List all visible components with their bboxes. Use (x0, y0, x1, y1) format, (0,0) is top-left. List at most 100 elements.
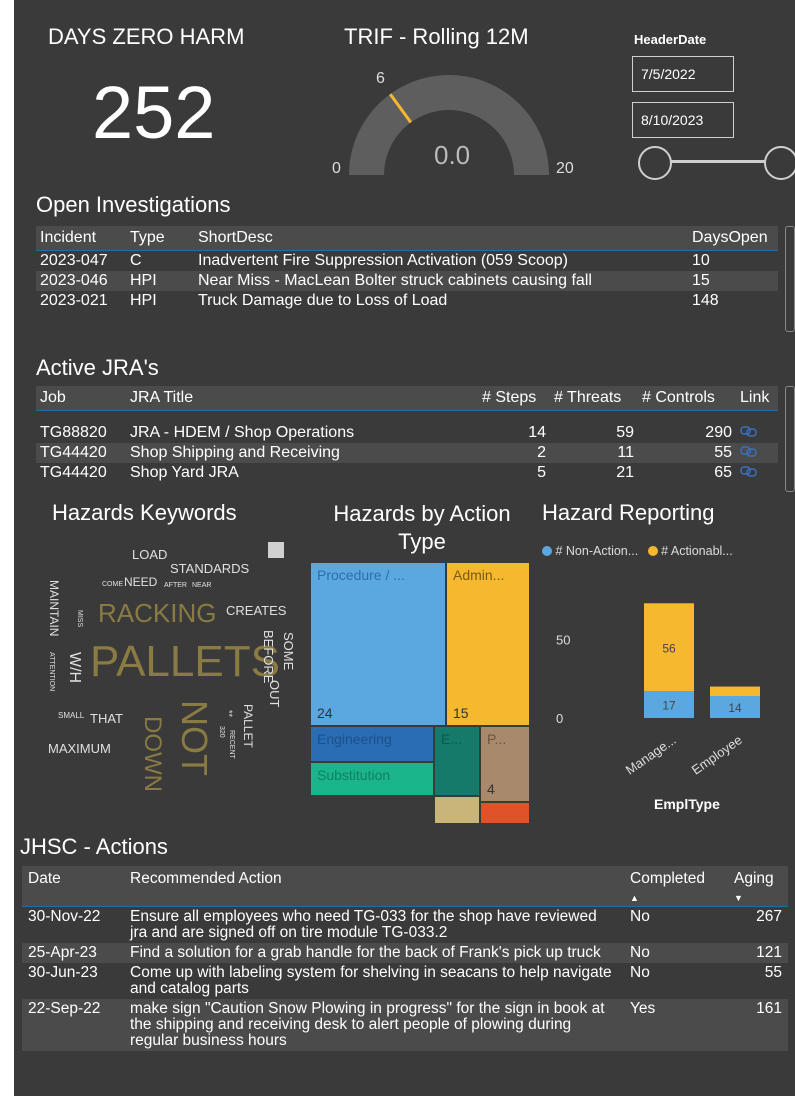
cell-date: 25-Apr-23 (22, 943, 124, 963)
col-link[interactable]: Link (736, 386, 778, 411)
col-aging-label: Aging (734, 870, 774, 887)
keyword-word[interactable]: LOAD (132, 548, 167, 561)
col-completed[interactable]: Completed ▲ (624, 866, 728, 907)
date-range-start-handle[interactable] (638, 146, 672, 180)
keyword-word[interactable]: MISS (76, 610, 83, 627)
bar-chart-legend: # Non-Action... # Actionabl... (542, 544, 733, 558)
cell-jra-title: JRA - HDEM / Shop Operations (126, 422, 478, 443)
date-range-end-handle[interactable] (764, 146, 795, 180)
keyword-word[interactable]: DOWN (139, 716, 166, 792)
keyword-word[interactable]: OUT (267, 680, 282, 707)
keyword-word[interactable]: NOT (174, 700, 215, 776)
treemap-chart: Procedure / ... 24 Admin... 15 Engineering Su… (310, 562, 530, 824)
bar-data-label[interactable]: 56 (662, 641, 676, 655)
keyword-word[interactable]: RACKING (98, 600, 216, 626)
treemap-cell[interactable]: P... 4 (480, 726, 530, 802)
table-row[interactable]: 25-Apr-23 Find a solution for a grab han… (22, 943, 788, 963)
col-recommended-action[interactable]: Recommended Action (124, 866, 624, 907)
table-row[interactable]: TG44420 Shop Shipping and Receiving 2 11… (36, 442, 778, 463)
keyword-word[interactable]: NEED (124, 576, 157, 588)
kpi-title: DAYS ZERO HARM (48, 24, 245, 49)
col-shortdesc[interactable]: ShortDesc (194, 226, 688, 251)
treemap-cell[interactable] (434, 796, 480, 824)
keyword-word[interactable]: MAINTAIN (47, 580, 61, 636)
keyword-word[interactable]: NEAR (192, 582, 211, 589)
col-job[interactable]: Job (36, 386, 126, 411)
cell-job: TG44420 (36, 462, 126, 483)
treemap-cell-label: Admin... (453, 567, 505, 583)
cell-shortdesc: Inadvertent Fire Suppression Activation … (194, 250, 688, 271)
cell-threats: 59 (550, 422, 638, 443)
col-steps[interactable]: # Steps (478, 386, 550, 411)
treemap-cell[interactable]: Procedure / ... 24 (310, 562, 446, 726)
col-date[interactable]: Date (22, 866, 124, 907)
bar-segment[interactable] (710, 686, 760, 696)
col-type[interactable]: Type (126, 226, 194, 251)
col-completed-label: Completed (630, 870, 705, 887)
table-row[interactable]: 2023-046 HPI Near Miss - MacLean Bolter … (36, 271, 778, 291)
keyword-word[interactable]: PALLETS (90, 640, 280, 684)
treemap-cell-value: 24 (317, 705, 333, 721)
jra-scrollbar[interactable] (785, 386, 795, 492)
cell-aging: 161 (728, 999, 788, 1051)
keyword-word[interactable]: SMALL (58, 712, 84, 720)
table-row[interactable]: 2023-021 HPI Truck Damage due to Loss of… (36, 291, 778, 311)
gauge-max-label: 20 (556, 160, 574, 177)
legend-label: # Non-Action... (555, 544, 639, 558)
col-incident[interactable]: Incident (36, 226, 126, 251)
keyword-word[interactable]: PALLET (241, 704, 255, 748)
cell-daysopen: 15 (688, 271, 778, 291)
dashboard-canvas: DAYS ZERO HARM 252 TRIF - Rolling 12M 6 … (14, 0, 795, 1096)
table-row[interactable]: 30-Jun-23 Come up with labeling system f… (22, 963, 788, 999)
keyword-word[interactable]: BEFORE (261, 630, 276, 683)
table-row[interactable]: 30-Nov-22 Ensure all employees who need … (22, 907, 788, 944)
keyword-word[interactable]: STANDARDS (170, 562, 249, 575)
keyword-word[interactable]: THAT (90, 712, 123, 725)
cell-incident: 2023-021 (36, 291, 126, 311)
link-icon[interactable] (736, 422, 778, 443)
treemap-cell[interactable]: Substitution (310, 762, 434, 796)
keyword-word[interactable]: SOME (281, 632, 296, 670)
cell-incident: 2023-046 (36, 271, 126, 291)
gauge-value: 0.0 (434, 140, 471, 170)
investigations-title: Open Investigations (36, 192, 231, 217)
keyword-word[interactable]: ** (224, 710, 234, 717)
keyword-word[interactable]: MAXIMUM (48, 742, 111, 755)
keyword-word[interactable]: COME (102, 581, 123, 588)
cell-job: TG88820 (36, 422, 126, 443)
treemap-cell[interactable]: Admin... 15 (446, 562, 530, 726)
cell-date: 30-Nov-22 (28, 908, 101, 925)
col-jra-title[interactable]: JRA Title (126, 386, 478, 411)
keyword-word[interactable]: W/H (66, 652, 83, 683)
treemap-cell[interactable]: Engineering (310, 726, 434, 762)
start-date-input[interactable]: 7/5/2022 (632, 56, 734, 92)
keyword-word[interactable]: AFTER (164, 582, 187, 589)
bar-data-label[interactable]: 14 (728, 701, 742, 715)
treemap-title: Hazards by Action Type (333, 501, 511, 554)
table-row[interactable]: TG88820 JRA - HDEM / Shop Operations 14 … (36, 422, 778, 443)
col-controls[interactable]: # Controls (638, 386, 736, 411)
link-icon[interactable] (736, 442, 778, 463)
link-icon[interactable] (736, 462, 778, 483)
keyword-word[interactable]: ATTENTION (48, 652, 55, 691)
investigations-scrollbar[interactable] (785, 226, 795, 332)
jra-table: Job JRA Title # Steps # Threats # Contro… (36, 386, 778, 483)
cell-aging: 267 (756, 908, 782, 925)
col-daysopen[interactable]: DaysOpen (688, 226, 778, 251)
date-range-track[interactable] (664, 160, 774, 163)
end-date-input[interactable]: 8/10/2023 (632, 102, 734, 138)
table-row[interactable]: 2023-047 C Inadvertent Fire Suppression … (36, 250, 778, 271)
treemap-cell[interactable] (480, 802, 530, 824)
treemap-cell[interactable]: E... (434, 726, 480, 796)
treemap-cell-value: 15 (453, 705, 469, 721)
keyword-word[interactable]: RECENT (228, 730, 235, 759)
cell-action: Find a solution for a grab handle for th… (124, 943, 624, 963)
keyword-word[interactable]: 320 (218, 726, 225, 738)
cell-shortdesc: Near Miss - MacLean Bolter struck cabine… (194, 271, 688, 291)
bar-data-label[interactable]: 17 (662, 699, 676, 713)
keyword-word[interactable]: CREATES (226, 604, 286, 617)
table-row[interactable]: 22-Sep-22 make sign "Caution Snow Plowin… (22, 999, 788, 1051)
table-row[interactable]: TG44420 Shop Yard JRA 5 21 65 (36, 462, 778, 483)
col-aging[interactable]: Aging ▼ (728, 866, 788, 907)
col-threats[interactable]: # Threats (550, 386, 638, 411)
